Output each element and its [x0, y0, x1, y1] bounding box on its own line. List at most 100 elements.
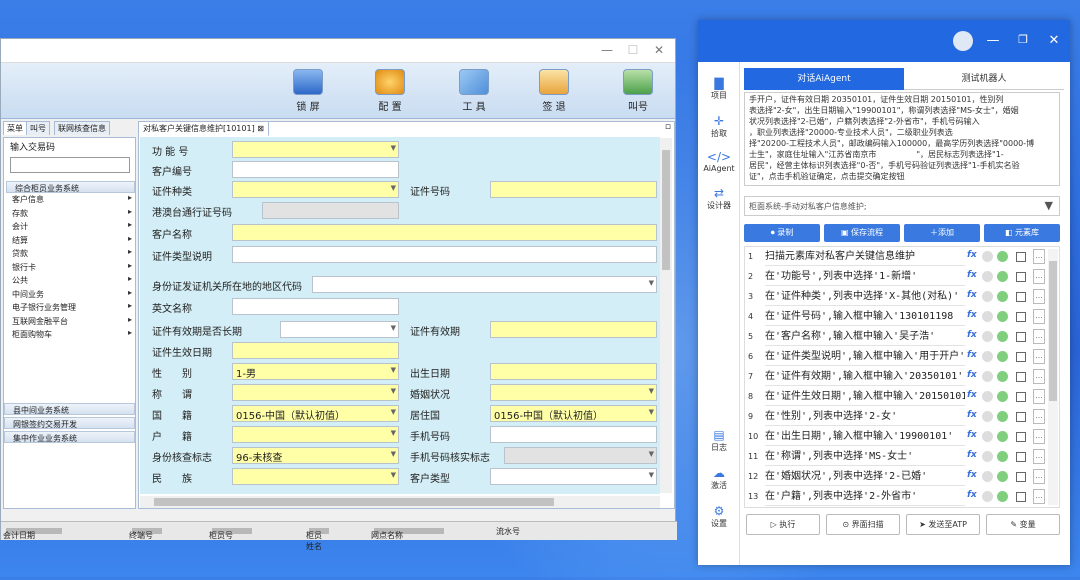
close-icon[interactable]: ✕ [1044, 33, 1064, 48]
send-atp-button[interactable]: ➤ 发送至ATP [906, 514, 980, 535]
cert-start-input[interactable] [232, 342, 399, 359]
step-text[interactable]: 扫描元素库对私客户关键信息维护 [765, 248, 965, 266]
sidebar-item[interactable]: 存款 [4, 207, 135, 221]
fx-icon[interactable]: fx [967, 430, 977, 440]
tab-menu[interactable]: 菜单 [3, 121, 27, 135]
disable-toggle-icon[interactable] [982, 471, 993, 482]
sidebar-item-designer[interactable]: ⇄ 设计器 [698, 186, 740, 211]
disable-toggle-icon[interactable] [982, 271, 993, 282]
restore-icon[interactable]: ❐ [1013, 33, 1033, 46]
ui-scan-button[interactable]: ⊙ 界面扫描 [826, 514, 900, 535]
cert-no-input[interactable] [490, 181, 657, 198]
fx-icon[interactable]: fx [967, 470, 977, 480]
ethnic-select[interactable]: ▼ [232, 468, 399, 485]
step-row[interactable]: 10 在'出生日期',输入框中输入'19900101' fx… [745, 427, 1059, 447]
trade-code-input[interactable] [10, 157, 130, 173]
fx-icon[interactable]: fx [967, 250, 977, 260]
step-row[interactable]: 2 在'功能号',列表中选择'1-新增' fx… [745, 267, 1059, 287]
disable-toggle-icon[interactable] [982, 431, 993, 442]
nation-select[interactable]: 0156-中国（默认初值） ▼ [232, 405, 399, 422]
fx-icon[interactable]: fx [967, 310, 977, 320]
sidebar-item[interactable]: 银行卡 [4, 261, 135, 275]
huji-select[interactable]: ▼ [232, 426, 399, 443]
step-row[interactable]: 9 在'性别',列表中选择'2-女' fx… [745, 407, 1059, 427]
status-dot-icon[interactable] [997, 371, 1008, 382]
step-checkbox[interactable] [1016, 452, 1026, 462]
cust-type-select[interactable]: ▼ [490, 468, 657, 485]
more-icon[interactable]: … [1033, 269, 1045, 284]
step-text[interactable]: 在'出生日期',输入框中输入'19900101' [765, 428, 965, 446]
func-no-select[interactable]: ▼ [232, 141, 399, 158]
more-icon[interactable]: … [1033, 409, 1045, 424]
step-row[interactable]: 7 在'证件有效期',输入框中输入'20350101' fx… [745, 367, 1059, 387]
disable-toggle-icon[interactable] [982, 291, 993, 302]
step-checkbox[interactable] [1016, 472, 1026, 482]
step-row[interactable]: 13 在'户籍',列表中选择'2-外省市' fx… [745, 487, 1059, 507]
residence-select[interactable]: 0156-中国（默认初值） ▼ [490, 405, 657, 422]
step-text[interactable]: 在'性别',列表中选择'2-女' [765, 408, 965, 426]
sidebar-item-aiagent[interactable]: </> AiAgent [698, 150, 740, 173]
tools-button[interactable]: 工 具 [449, 69, 499, 113]
fx-icon[interactable]: fx [967, 290, 977, 300]
disable-toggle-icon[interactable] [982, 391, 993, 402]
cert-desc-input[interactable] [232, 246, 657, 263]
long-term-select[interactable]: ▼ [280, 321, 399, 338]
status-dot-icon[interactable] [997, 451, 1008, 462]
step-checkbox[interactable] [1016, 392, 1026, 402]
tab-customer-maintenance[interactable]: 对私客户关键信息维护[10101] ⊠ [139, 122, 269, 136]
fx-icon[interactable]: fx [967, 410, 977, 420]
sign-out-button[interactable]: 签 退 [529, 69, 579, 113]
call-number-button[interactable]: 叫号 [613, 69, 663, 113]
lock-screen-button[interactable]: 锁 屏 [283, 69, 333, 113]
en-name-input[interactable] [232, 298, 399, 315]
sidebar-item[interactable]: 贷款 [4, 247, 135, 261]
step-checkbox[interactable] [1016, 372, 1026, 382]
more-icon[interactable]: … [1033, 329, 1045, 344]
run-button[interactable]: ▷ 执行 [746, 514, 820, 535]
step-checkbox[interactable] [1016, 492, 1026, 502]
phone-check-select[interactable]: ▼ [504, 447, 657, 464]
step-text[interactable]: 在'称谓',列表中选择'MS-女士' [765, 448, 965, 466]
step-row[interactable]: 4 在'证件号码',输入框中输入'130101198 fx… [745, 307, 1059, 327]
disable-toggle-icon[interactable] [982, 451, 993, 462]
minimize-icon[interactable]: — [983, 33, 1003, 48]
form-horizontal-scrollbar[interactable] [140, 496, 660, 508]
status-dot-icon[interactable] [997, 271, 1008, 282]
disable-toggle-icon[interactable] [982, 251, 993, 262]
form-vertical-scrollbar[interactable] [660, 138, 672, 493]
step-text[interactable]: 在'功能号',列表中选择'1-新增' [765, 268, 965, 286]
disable-toggle-icon[interactable] [982, 331, 993, 342]
step-text[interactable]: 在'证件种类',列表中选择'X-其他(对私)' [765, 288, 965, 306]
fx-icon[interactable]: fx [967, 370, 977, 380]
status-dot-icon[interactable] [997, 351, 1008, 362]
step-row[interactable]: 8 在'证件生效日期',输入框中输入'20150101' fx… [745, 387, 1059, 407]
add-button[interactable]: ＋添加 [904, 224, 980, 242]
step-checkbox[interactable] [1016, 352, 1026, 362]
sidebar-item-project[interactable]: ▇ 项目 [698, 76, 740, 101]
disable-toggle-icon[interactable] [982, 351, 993, 362]
disable-toggle-icon[interactable] [982, 491, 993, 502]
sidebar-item-activate[interactable]: ☁ 激活 [698, 466, 740, 491]
step-checkbox[interactable] [1016, 332, 1026, 342]
sidebar-bottom-group[interactable]: 网银签约交易开发 [4, 417, 135, 429]
sidebar-item-pick[interactable]: ✛ 拾取 [698, 114, 740, 139]
marital-select[interactable]: ▼ [490, 384, 657, 401]
cert-valid-input[interactable] [490, 321, 657, 338]
prompt-textarea[interactable]: 手开户，证件有效日期 20350101，证件生效日期 20150101，性别列 … [744, 92, 1060, 186]
step-text[interactable]: 在'客户名称',输入框中输入'吴子浩' [765, 328, 965, 346]
sidebar-item-log[interactable]: ▤ 日志 [698, 428, 740, 453]
gender-select[interactable]: 1-男 ▼ [232, 363, 399, 380]
more-icon[interactable]: … [1033, 389, 1045, 404]
more-icon[interactable]: … [1033, 429, 1045, 444]
more-icon[interactable]: … [1033, 309, 1045, 324]
more-icon[interactable]: … [1033, 249, 1045, 264]
sidebar-item[interactable]: 柜面购物车 [4, 328, 135, 342]
step-text[interactable]: 在'婚姻状况',列表中选择'2-已婚' [765, 468, 965, 486]
step-text[interactable]: 在'证件生效日期',输入框中输入'20150101' [765, 388, 965, 406]
step-checkbox[interactable] [1016, 412, 1026, 422]
step-checkbox[interactable] [1016, 252, 1026, 262]
region-select[interactable]: ▼ [312, 276, 657, 293]
filter-icon[interactable]: ▼ [1045, 199, 1053, 212]
step-row[interactable]: 11 在'称谓',列表中选择'MS-女士' fx… [745, 447, 1059, 467]
step-row[interactable]: 6 在'证件类型说明',输入框中输入'用于开户' fx… [745, 347, 1059, 367]
